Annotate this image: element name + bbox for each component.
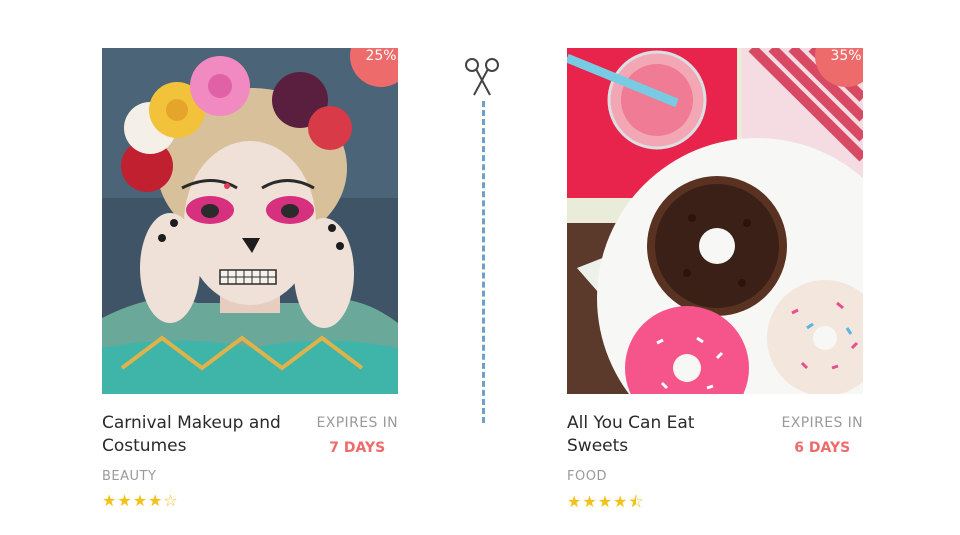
- expires-days: 7 DAYS: [329, 440, 386, 456]
- deal-info: All You Can Eat Sweets FOOD ★★★★⯪ EXPIRE…: [567, 412, 863, 518]
- deal-category[interactable]: FOOD: [567, 469, 863, 484]
- expires-days: 6 DAYS: [794, 440, 851, 456]
- deal-info: Carnival Makeup and Costumes BEAUTY ★★★★…: [102, 412, 398, 510]
- deal-card-sweets[interactable]: 35% All You Can Eat Sweets FOOD ★★★★⯪ EX…: [567, 48, 863, 518]
- deal-title[interactable]: Carnival Makeup and Costumes: [102, 412, 287, 458]
- coupon-divider: [462, 55, 504, 425]
- deal-card-carnival[interactable]: 25% Carnival Makeup and Costumes BEAUTY …: [102, 48, 398, 510]
- carnival-photo: [102, 48, 398, 394]
- deal-image-carnival[interactable]: 25%: [102, 48, 398, 394]
- scissors-icon: [465, 58, 499, 96]
- expires-label: EXPIRES IN: [781, 415, 863, 431]
- deal-title[interactable]: All You Can Eat Sweets: [567, 412, 752, 458]
- star-rating: ★★★★☆: [102, 491, 179, 510]
- expiry-info: EXPIRES IN 7 DAYS: [316, 415, 398, 456]
- dashed-cut-line: [482, 101, 485, 423]
- expires-label: EXPIRES IN: [316, 415, 398, 431]
- donuts-photo: [567, 48, 863, 394]
- expiry-info: EXPIRES IN 6 DAYS: [781, 415, 863, 456]
- star-rating: ★★★★⯪: [567, 492, 645, 511]
- deal-image-sweets[interactable]: 35%: [567, 48, 863, 394]
- deal-category[interactable]: BEAUTY: [102, 469, 398, 484]
